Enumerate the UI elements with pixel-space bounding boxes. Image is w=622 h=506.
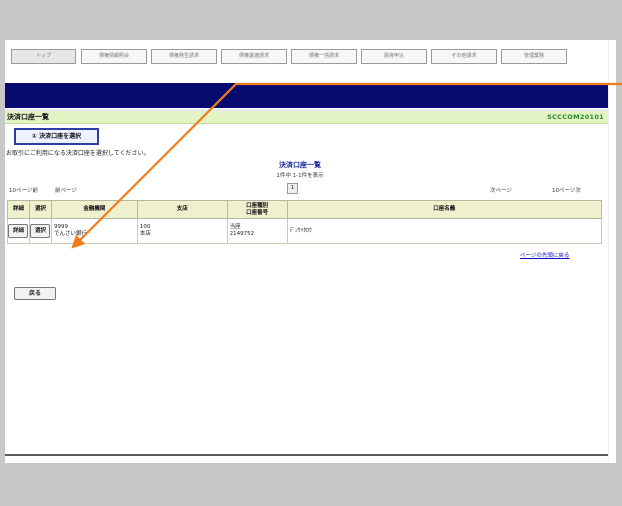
footer-divider bbox=[5, 454, 616, 456]
list-title: 決済口座一覧 bbox=[279, 161, 321, 169]
account-type: 当座 bbox=[229, 224, 241, 230]
cell-bank: 9999 でんさい銀行 bbox=[50, 218, 138, 244]
bank-name: でんさい銀行 bbox=[53, 231, 87, 237]
right-edge-scrollbar[interactable] bbox=[608, 40, 616, 463]
account-table: 詳細 選択 金融機関 支店 口座種別 口座番号 口座名義 詳細 選択 9999 … bbox=[7, 200, 603, 244]
page-title-bar: 決済口座一覧 SCCCOM20101 bbox=[5, 111, 616, 124]
header-detail: 詳細 bbox=[7, 200, 30, 219]
branch-code: 100 bbox=[139, 224, 151, 230]
tab-claim-issue[interactable]: 債権発生請求 bbox=[151, 49, 217, 64]
cell-detail: 詳細 bbox=[7, 218, 30, 244]
cell-account-type-number: 当座 2149752 bbox=[226, 218, 288, 244]
screen-code: SCCCOM20101 bbox=[547, 113, 604, 121]
page-top-link[interactable]: ページの先頭に戻る bbox=[520, 251, 569, 259]
page-number-1[interactable]: 1 bbox=[287, 183, 298, 194]
back-button[interactable]: 戻る bbox=[14, 287, 56, 300]
bank-code: 9999 bbox=[53, 224, 68, 230]
next-10-pages-link[interactable]: 10ページ次 bbox=[552, 186, 581, 194]
tab-other-request[interactable]: その他請求 bbox=[431, 49, 497, 64]
tab-management[interactable]: 管理業務 bbox=[501, 49, 567, 64]
next-page-link[interactable]: 次ページ bbox=[490, 186, 512, 194]
instruction-text: お取引にご利用になる決済口座を選択してください。 bbox=[6, 150, 150, 157]
table-row: 詳細 選択 9999 でんさい銀行 100 本店 当座 2149752 ﾃﾞﾝｻ… bbox=[7, 218, 603, 244]
sub-navigation-bar bbox=[5, 83, 616, 108]
tab-top[interactable]: トップ bbox=[11, 49, 76, 64]
top-tab-bar: トップ 債権情報照会 債権発生請求 債権譲渡請求 債権一括請求 融資申込 その他… bbox=[5, 49, 616, 65]
header-account-type: 口座種別 bbox=[246, 202, 269, 209]
result-count: 1件中 1-1件を表示 bbox=[276, 173, 324, 179]
step-indicator: ① 決済口座を選択 bbox=[14, 128, 99, 145]
header-bank: 金融機関 bbox=[50, 200, 138, 219]
prev-page-link[interactable]: 前ページ bbox=[55, 186, 77, 194]
header-account-number: 口座番号 bbox=[246, 209, 269, 216]
header-select: 選択 bbox=[28, 200, 52, 219]
header-account-type-number: 口座種別 口座番号 bbox=[226, 200, 288, 219]
page-title: 決済口座一覧 bbox=[7, 113, 49, 121]
cell-account-name: ﾃﾞﾝｻｲﾀﾛｳ bbox=[286, 218, 603, 244]
cell-branch: 100 本店 bbox=[136, 218, 228, 244]
select-button[interactable]: 選択 bbox=[30, 224, 51, 238]
browser-frame: トップ 債権情報照会 債権発生請求 債権譲渡請求 債権一括請求 融資申込 その他… bbox=[5, 40, 616, 463]
table-header-row: 詳細 選択 金融機関 支店 口座種別 口座番号 口座名義 bbox=[7, 200, 603, 219]
tab-loan-application[interactable]: 融資申込 bbox=[361, 49, 427, 64]
header-account-name: 口座名義 bbox=[286, 200, 603, 219]
branch-name: 本店 bbox=[139, 231, 151, 237]
header-branch: 支店 bbox=[136, 200, 228, 219]
detail-button[interactable]: 詳細 bbox=[8, 224, 29, 238]
tab-bulk-request[interactable]: 債権一括請求 bbox=[291, 49, 357, 64]
tab-claim-transfer[interactable]: 債権譲渡請求 bbox=[221, 49, 287, 64]
prev-10-pages-link[interactable]: 10ページ前 bbox=[9, 186, 38, 194]
account-number: 2149752 bbox=[229, 231, 255, 237]
tab-claim-inquiry[interactable]: 債権情報照会 bbox=[81, 49, 147, 64]
cell-select: 選択 bbox=[28, 218, 52, 244]
